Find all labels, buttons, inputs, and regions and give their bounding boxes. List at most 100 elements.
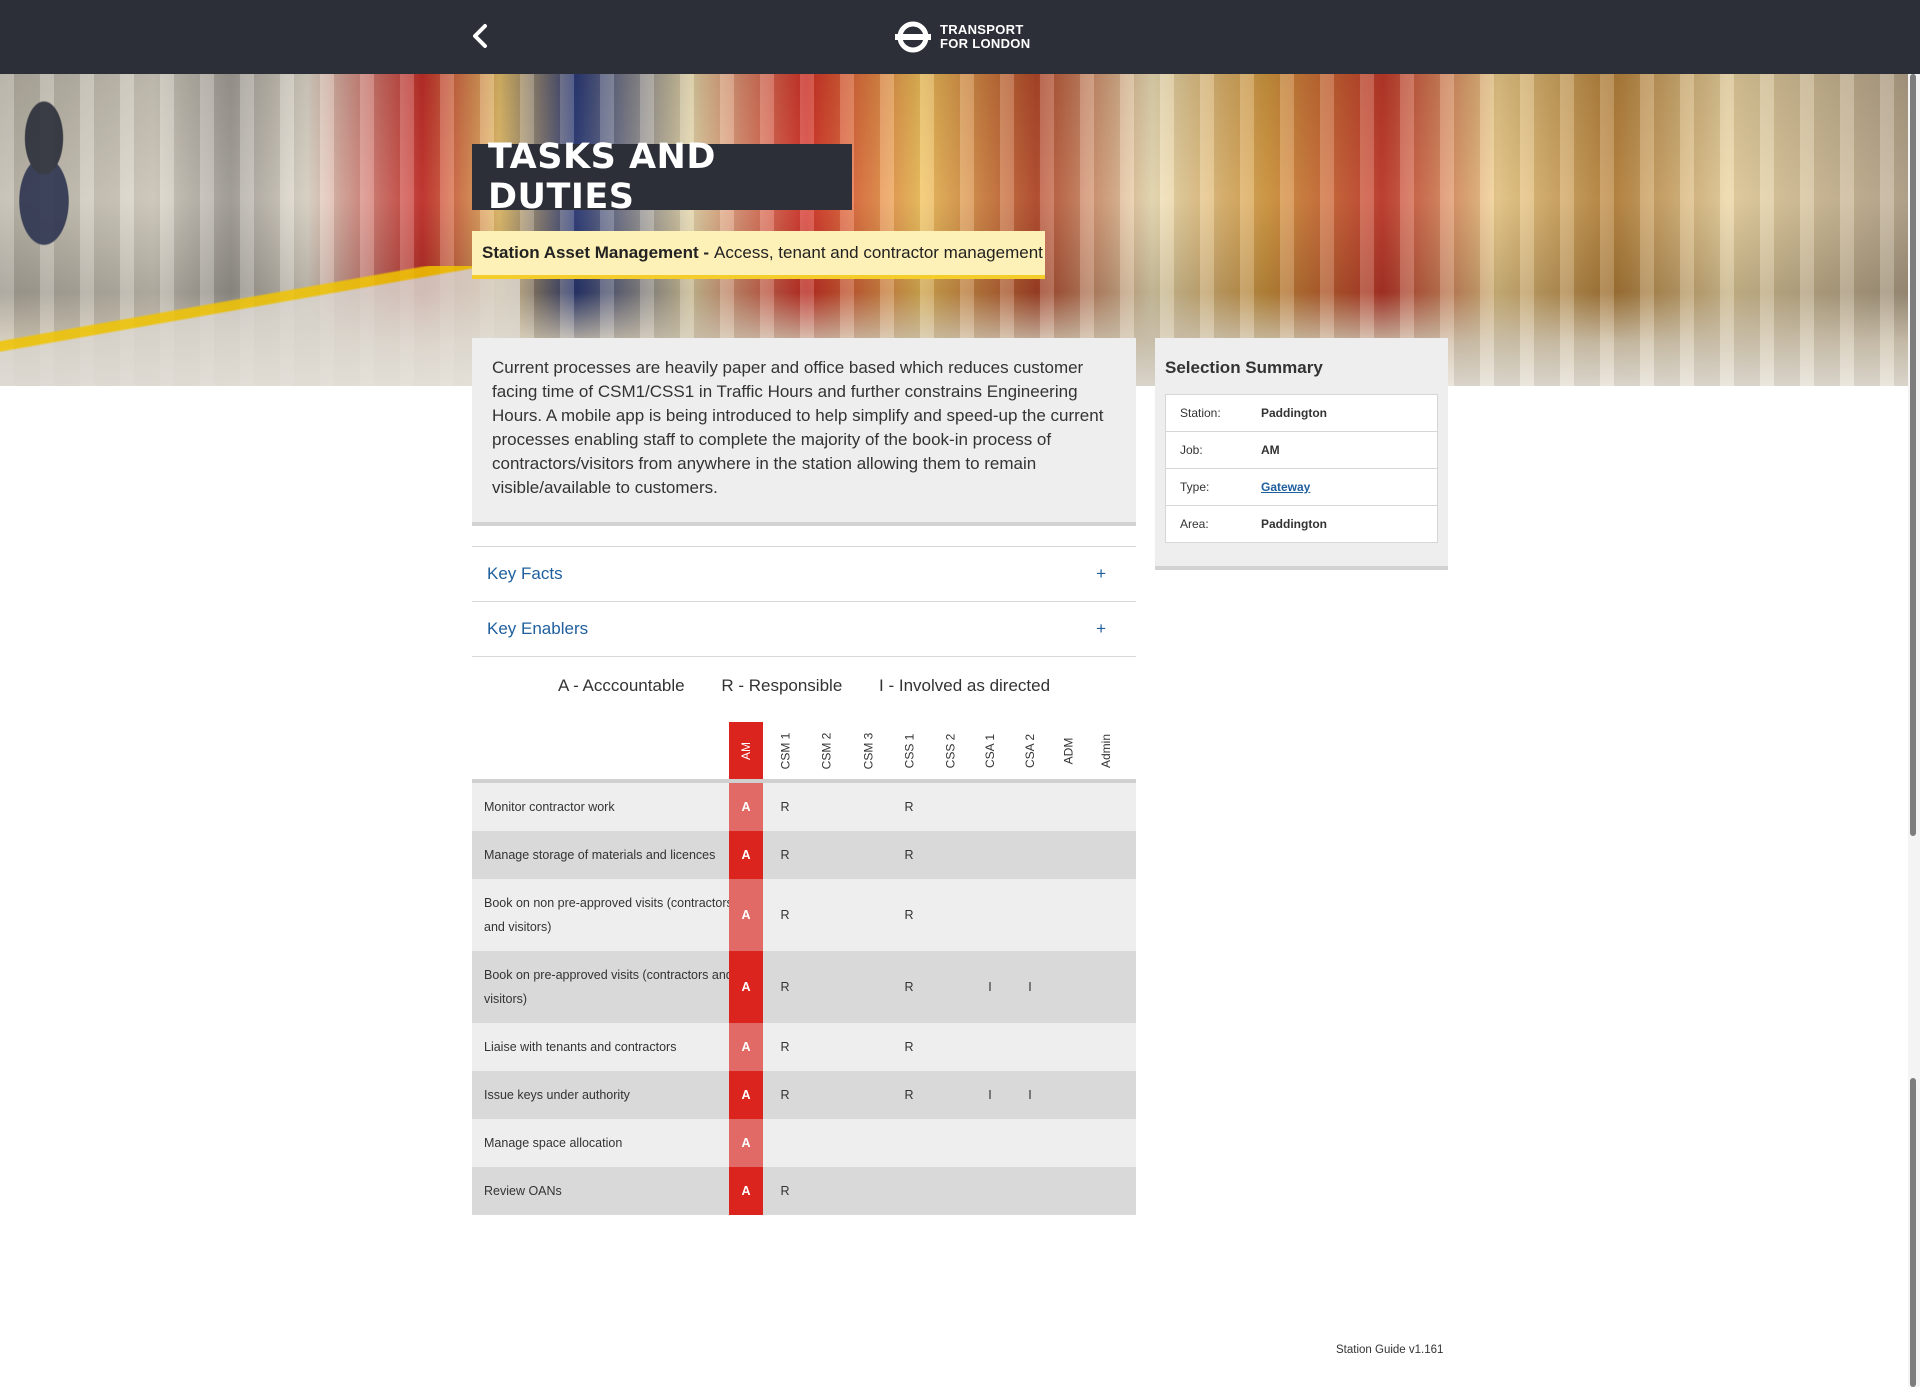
table-row: Review OANs A R	[472, 1167, 1136, 1215]
raci-cell: R	[904, 1088, 914, 1102]
accordion-key-enablers[interactable]: Key Enablers +	[472, 601, 1136, 657]
summary-key: Station:	[1180, 406, 1221, 420]
accordion-key-facts[interactable]: Key Facts +	[472, 546, 1136, 601]
raci-cell: A	[729, 1023, 763, 1071]
raci-cell: R	[780, 1088, 790, 1102]
raci-cell: A	[729, 1071, 763, 1119]
table-row: Issue keys under authority A R R I I	[472, 1071, 1136, 1119]
raci-cell: A	[729, 1119, 763, 1167]
raci-cell	[1093, 879, 1119, 951]
raci-cell: R	[780, 1040, 790, 1054]
column-header-label: CSM 1	[778, 732, 792, 769]
table-row: Book on non pre-approved visits (contrac…	[472, 879, 1136, 951]
raci-cell: R	[780, 848, 790, 862]
raci-cell	[1017, 1167, 1043, 1215]
raci-cell	[813, 1167, 839, 1215]
raci-cell	[855, 1071, 881, 1119]
selection-summary: Selection Summary Station: Paddington Jo…	[1155, 338, 1448, 570]
raci-legend: A - Acccountable R - Responsible I - Inv…	[472, 676, 1136, 696]
raci-cell	[937, 879, 963, 951]
raci-cell	[937, 1167, 963, 1215]
raci-cell	[1055, 1119, 1081, 1167]
raci-cell	[855, 831, 881, 879]
raci-cell: A	[729, 831, 763, 879]
column-header: CSM 3	[855, 722, 881, 779]
task-label: Liaise with tenants and contractors	[484, 1040, 677, 1054]
raci-cell	[1093, 1119, 1119, 1167]
table-row: Monitor contractor work A R R	[472, 783, 1136, 831]
column-header: CSA 2	[1017, 722, 1043, 779]
accordion-label: Key Facts	[487, 564, 563, 583]
raci-cell	[855, 1119, 881, 1167]
table-row: Manage storage of materials and licences…	[472, 831, 1136, 879]
summary-key: Job:	[1180, 443, 1203, 457]
roundel-icon	[895, 21, 931, 53]
back-button[interactable]	[466, 20, 494, 52]
scrollbar-thumb[interactable]	[1910, 74, 1916, 836]
hero-people	[0, 84, 110, 264]
raci-cell: R	[904, 1040, 914, 1054]
raci-cell	[855, 879, 881, 951]
raci-cell: I	[1028, 1088, 1032, 1102]
raci-cell: I	[988, 980, 992, 994]
matrix-body: Monitor contractor work A R R Manage storage…	[472, 783, 1136, 1215]
raci-cell	[1017, 879, 1043, 951]
page-subtitle: Station Asset Management - Access, tenan…	[472, 231, 1045, 279]
raci-cell	[937, 951, 963, 1023]
raci-cell	[977, 783, 1003, 831]
column-header-label: CSS 2	[943, 733, 957, 768]
raci-cell	[813, 951, 839, 1023]
chevron-left-icon	[473, 24, 487, 48]
raci-cell: R	[780, 980, 790, 994]
raci-cell	[937, 1119, 963, 1167]
column-header-label: CSM 3	[861, 732, 875, 769]
raci-cell	[813, 879, 839, 951]
summary-type-link[interactable]: Gateway	[1261, 480, 1310, 494]
raci-cell	[855, 1167, 881, 1215]
column-header: ADM	[1055, 722, 1081, 779]
raci-cell	[813, 1023, 839, 1071]
summary-row-station: Station: Paddington	[1166, 395, 1437, 432]
raci-cell	[1093, 783, 1119, 831]
raci-cell	[855, 1023, 881, 1071]
raci-cell: I	[1028, 980, 1032, 994]
top-bar: TRANSPORT FOR LONDON	[0, 0, 1920, 74]
column-header-label: ADM	[1061, 737, 1076, 764]
raci-cell	[1093, 1071, 1119, 1119]
raci-cell	[1017, 1023, 1043, 1071]
tfl-logo: TRANSPORT FOR LONDON	[894, 20, 1030, 54]
raci-cell: R	[780, 908, 790, 922]
description-panel: Current processes are heavily paper and …	[472, 338, 1136, 526]
raci-cell	[813, 831, 839, 879]
summary-row-area: Area: Paddington	[1166, 506, 1437, 542]
column-header-label: CSS 1	[902, 733, 916, 768]
raci-cell	[977, 831, 1003, 879]
summary-title: Selection Summary	[1165, 358, 1323, 377]
raci-cell	[1055, 831, 1081, 879]
summary-value: Paddington	[1261, 406, 1327, 420]
task-label: Issue keys under authority	[484, 1088, 630, 1102]
raci-cell	[813, 783, 839, 831]
hero-platform	[0, 266, 520, 386]
raci-cell	[937, 1071, 963, 1119]
raci-cell	[896, 1167, 922, 1215]
scrollbar-thumb-secondary[interactable]	[1910, 1078, 1916, 1387]
raci-matrix: AM CSM 1 CSM 2 CSM 3 CSS 1 CSS 2 CSA 1 CSA 2 ADM…	[472, 722, 1136, 1215]
raci-cell: R	[904, 800, 914, 814]
summary-table: Station: Paddington Job: AM Type: Gatewa…	[1165, 394, 1438, 543]
raci-cell: R	[780, 800, 790, 814]
accordion: Key Facts + Key Enablers +	[472, 546, 1136, 657]
column-header: CSM 2	[813, 722, 839, 779]
raci-cell	[937, 783, 963, 831]
plus-icon: +	[1096, 564, 1106, 583]
logo-line1: TRANSPORT	[940, 22, 1024, 37]
logo-line2: FOR LONDON	[940, 36, 1031, 51]
summary-row-job: Job: AM	[1166, 432, 1437, 469]
raci-cell	[1055, 1071, 1081, 1119]
column-header: CSM 1	[772, 722, 798, 779]
summary-key: Type:	[1180, 480, 1210, 494]
raci-cell	[772, 1119, 798, 1167]
raci-cell	[1017, 831, 1043, 879]
legend-responsible: R - Responsible	[721, 676, 843, 695]
subtitle-category: Station Asset Management -	[482, 243, 710, 262]
